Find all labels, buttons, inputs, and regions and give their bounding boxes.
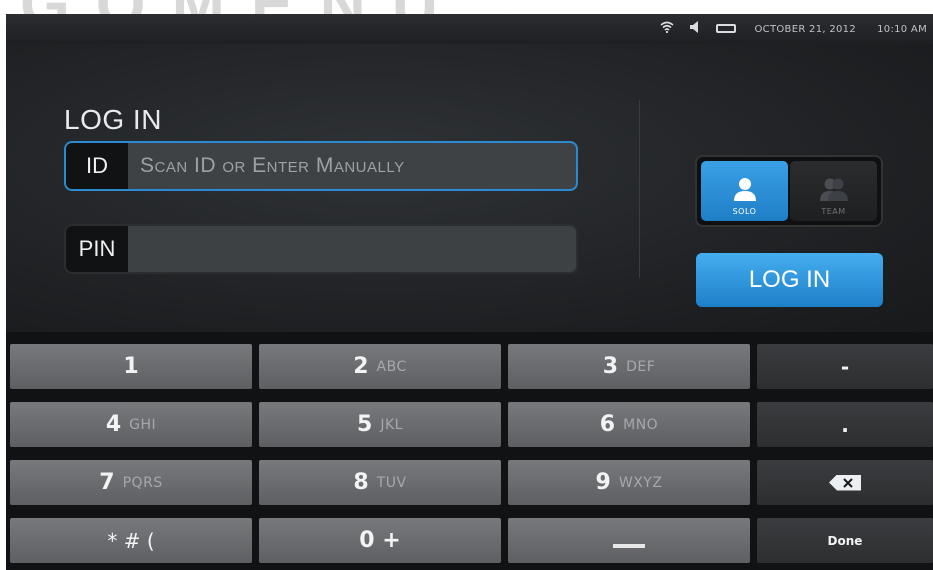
key-period[interactable]: . [757, 402, 933, 447]
status-bar: OCTOBER 21, 2012 10:10 AM [6, 14, 933, 44]
key-digit: 2 [353, 354, 369, 379]
space-button[interactable] [508, 518, 750, 563]
key-5[interactable]: 5 JKL [259, 402, 501, 447]
key-letters: PQRS [122, 474, 163, 491]
pin-field[interactable]: PIN [64, 224, 578, 274]
key-digit: 3 [602, 354, 619, 379]
key-digit: 8 [353, 470, 369, 495]
key-letters: WXYZ [618, 474, 663, 491]
pin-field-label: PIN [66, 226, 128, 272]
single-person-icon [733, 177, 757, 205]
key-letters: TUV [376, 474, 407, 491]
key-1[interactable]: 1 [10, 344, 252, 389]
key-symbol: - [840, 354, 850, 379]
key-digit: 7 [99, 470, 115, 495]
team-icon [819, 177, 849, 205]
key-9[interactable]: 9 WXYZ [508, 460, 750, 505]
id-field[interactable]: ID [64, 141, 578, 191]
panel-divider [639, 100, 640, 278]
key-letters: ABC [376, 358, 407, 375]
id-input[interactable] [128, 143, 576, 189]
solo-label: SOLO [732, 207, 757, 216]
key-digit: 4 [105, 412, 122, 437]
key-letters: JKL [380, 416, 403, 433]
login-button[interactable]: LOG IN [696, 253, 883, 307]
key-6[interactable]: 6 MNO [508, 402, 750, 447]
team-label: TEAM [821, 207, 846, 216]
key-symbol: * # ( [107, 528, 155, 553]
key-dash[interactable]: - [757, 344, 933, 389]
device-screen: OCTOBER 21, 2012 10:10 AM LOG IN ID PIN … [6, 14, 933, 570]
battery-icon [716, 24, 736, 33]
key-4[interactable]: 4 GHI [10, 402, 252, 447]
team-mode-button[interactable]: TEAM [790, 161, 877, 221]
solo-mode-button[interactable]: SOLO [701, 161, 788, 221]
status-icons [660, 21, 736, 36]
key-symbols[interactable]: * # ( [10, 518, 252, 563]
key-2[interactable]: 2 ABC [259, 344, 501, 389]
speaker-icon [690, 21, 700, 36]
backspace-button[interactable] [757, 460, 933, 505]
done-label: Done [827, 533, 863, 548]
key-8[interactable]: 8 TUV [259, 460, 501, 505]
page-title: LOG IN [64, 104, 162, 135]
key-digit: 6 [599, 412, 616, 437]
key-0[interactable]: 0 + [259, 518, 501, 563]
pin-input[interactable] [128, 226, 576, 272]
done-button[interactable]: Done [757, 518, 933, 563]
key-digit: 5 [357, 412, 373, 437]
key-letters: DEF [626, 358, 656, 375]
numeric-keypad: 1 2 ABC 3 DEF - 4 GHI 5 JKL 6 MNO . 7 PQ… [6, 332, 933, 570]
key-letters: GHI [129, 416, 157, 433]
key-letters: MNO [623, 416, 659, 433]
key-digit: 9 [595, 470, 611, 495]
backspace-icon [829, 474, 861, 491]
mode-toggle: SOLO TEAM [695, 155, 883, 227]
space-icon [613, 543, 645, 548]
key-digit: 0 + [359, 528, 401, 553]
key-3[interactable]: 3 DEF [508, 344, 750, 389]
login-panel: LOG IN ID PIN SOLO [6, 44, 933, 332]
status-time: 10:10 AM [877, 24, 927, 35]
key-7[interactable]: 7 PQRS [10, 460, 252, 505]
key-symbol: . [841, 412, 849, 437]
key-digit: 1 [123, 354, 139, 379]
status-date: OCTOBER 21, 2012 [754, 24, 856, 35]
wifi-icon [660, 21, 674, 36]
id-field-label: ID [66, 143, 128, 189]
